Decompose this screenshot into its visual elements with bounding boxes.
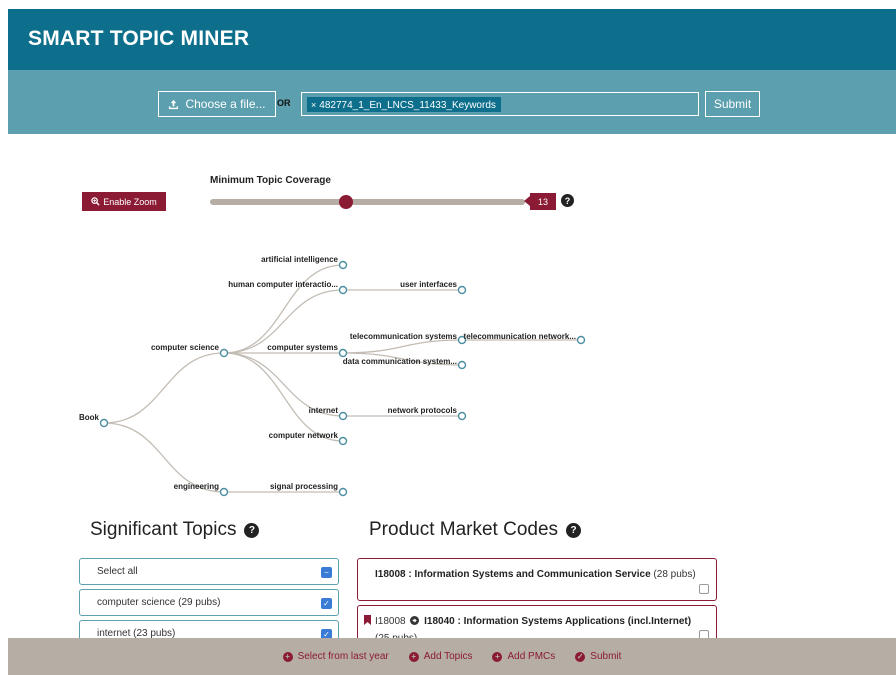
pmc-parent-code: I18008: [375, 616, 406, 627]
footer-action-label: Submit: [590, 651, 622, 662]
tree-node-user-interfaces[interactable]: user interfaces: [400, 280, 467, 295]
tree-node-internet[interactable]: internet: [309, 406, 348, 421]
tree-node-computer-systems[interactable]: computer systems: [267, 343, 348, 358]
product-market-codes-heading: Product Market Codes: [369, 519, 559, 540]
significant-topics-title: Significant Topics ?: [90, 519, 260, 541]
tree-node-telecommunication-systems[interactable]: telecommunication systems: [350, 332, 467, 345]
topic-select-all[interactable]: Select all −: [79, 558, 339, 585]
node-label: computer network: [269, 431, 339, 440]
pmc-pubs: (28 pubs): [653, 569, 696, 580]
node-label: human computer interactio...: [228, 280, 338, 289]
node-label: telecommunication systems: [350, 332, 458, 341]
node-label: engineering: [174, 482, 219, 491]
tree-node-engineering[interactable]: engineering: [174, 482, 229, 497]
node-label: telecommunication network...: [464, 332, 576, 341]
node-label: network protocols: [388, 406, 458, 415]
tree-node-computer-network[interactable]: computer network: [269, 431, 348, 446]
node-label: computer science: [151, 343, 220, 352]
node-label: artificial intelligence: [261, 255, 338, 264]
help-icon[interactable]: ?: [566, 522, 582, 538]
footer-action-bar: + Select from last year + Add Topics + A…: [8, 638, 896, 675]
tree-node-data-communication-systems[interactable]: data communication system...: [343, 357, 467, 370]
footer-action-label: Add PMCs: [507, 651, 556, 662]
topic-tree[interactable]: Book computer science engineering artifi…: [0, 0, 896, 520]
node-label: data communication system...: [343, 357, 457, 366]
pmc-checkbox[interactable]: [699, 584, 709, 594]
plus-circle-icon: +: [282, 651, 293, 662]
tree-node-network-protocols[interactable]: network protocols: [388, 406, 467, 421]
check-circle-icon: ✓: [575, 651, 586, 662]
product-market-codes-title: Product Market Codes ?: [369, 519, 582, 541]
tree-links: [103, 264, 581, 493]
footer-submit-button[interactable]: ✓ Submit: [575, 651, 621, 662]
tree-node-computer-science[interactable]: computer science: [151, 343, 229, 358]
node-label: user interfaces: [400, 280, 457, 289]
node-label: Book: [79, 413, 100, 422]
arrow-circle-right-icon: [410, 616, 420, 625]
pmc-code: I18040 : Information Systems Application…: [424, 616, 692, 627]
tree-node-book[interactable]: Book: [79, 413, 109, 428]
pmc-card[interactable]: I18008 : Information Systems and Communi…: [357, 558, 717, 601]
app-root: SMART TOPIC MINER Choose a file... OR × …: [0, 0, 896, 675]
footer-action-label: Select from last year: [297, 651, 389, 662]
minus-checkbox-icon[interactable]: −: [321, 567, 332, 578]
help-icon[interactable]: ?: [244, 522, 260, 538]
plus-circle-icon: +: [492, 651, 503, 662]
add-topics-button[interactable]: + Add Topics: [408, 651, 473, 662]
tree-node-telecommunication-networks[interactable]: telecommunication network...: [464, 332, 586, 345]
plus-circle-icon: +: [408, 651, 419, 662]
node-label: signal processing: [270, 482, 338, 491]
select-last-year-button[interactable]: + Select from last year: [282, 651, 389, 662]
topic-item[interactable]: computer science (29 pubs) ✓: [79, 589, 339, 616]
significant-topics-heading: Significant Topics: [90, 519, 237, 540]
footer-action-label: Add Topics: [423, 651, 473, 662]
topic-label: computer science (29 pubs): [97, 597, 221, 608]
bookmark-icon: [364, 615, 371, 625]
node-label: internet: [309, 406, 339, 415]
checked-checkbox-icon[interactable]: ✓: [321, 598, 332, 609]
topic-label: Select all: [97, 566, 138, 577]
add-pmcs-button[interactable]: + Add PMCs: [492, 651, 555, 662]
tree-node-signal-processing[interactable]: signal processing: [270, 482, 348, 497]
pmc-code: I18008 : Information Systems and Communi…: [375, 569, 651, 580]
node-label: computer systems: [267, 343, 338, 352]
